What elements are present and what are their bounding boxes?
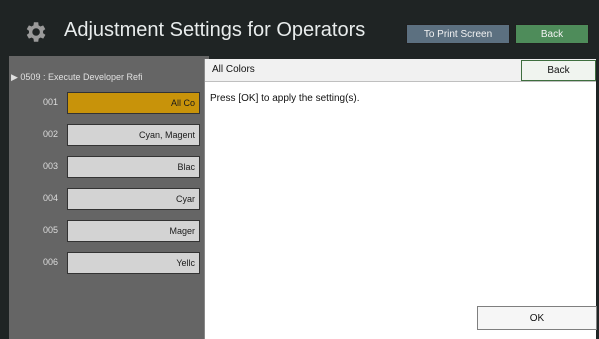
page-title: Adjustment Settings for Operators xyxy=(64,19,366,41)
gear-icon xyxy=(26,22,46,42)
list-item: 001 All Co xyxy=(0,92,200,114)
setting-code: ▶ 0509 : Execute Developer Refi xyxy=(11,72,143,82)
dialog-title: All Colors xyxy=(212,64,255,75)
color-option-button[interactable]: Blac xyxy=(67,156,200,178)
back-button[interactable]: Back xyxy=(515,24,589,44)
list-item: 003 Blac xyxy=(0,156,200,178)
screen: Adjustment Settings for Operators To Pri… xyxy=(0,0,599,339)
dialog-back-button[interactable]: Back xyxy=(521,60,596,81)
item-number: 003 xyxy=(43,161,59,171)
item-number: 002 xyxy=(43,129,59,139)
list-item: 005 Mager xyxy=(0,220,200,242)
ok-button[interactable]: OK xyxy=(477,306,597,330)
color-option-button[interactable]: Mager xyxy=(67,220,200,242)
item-number: 005 xyxy=(43,225,59,235)
dialog-message: Press [OK] to apply the setting(s). xyxy=(210,93,360,104)
list-item: 006 Yellc xyxy=(0,252,200,274)
color-option-button[interactable]: Cyar xyxy=(67,188,200,210)
color-option-button[interactable]: Cyan, Magent xyxy=(67,124,200,146)
item-number: 004 xyxy=(43,193,59,203)
item-number: 006 xyxy=(43,257,59,267)
title-bar: Adjustment Settings for Operators To Pri… xyxy=(0,0,599,52)
item-number: 001 xyxy=(43,97,59,107)
confirmation-dialog: All Colors Back Press [OK] to apply the … xyxy=(204,59,597,339)
color-option-button[interactable]: All Co xyxy=(67,92,200,114)
list-item: 004 Cyar xyxy=(0,188,200,210)
list-item: 002 Cyan, Magent xyxy=(0,124,200,146)
print-screen-button[interactable]: To Print Screen xyxy=(406,24,510,44)
color-option-button[interactable]: Yellc xyxy=(67,252,200,274)
dialog-header: All Colors Back xyxy=(205,59,596,82)
